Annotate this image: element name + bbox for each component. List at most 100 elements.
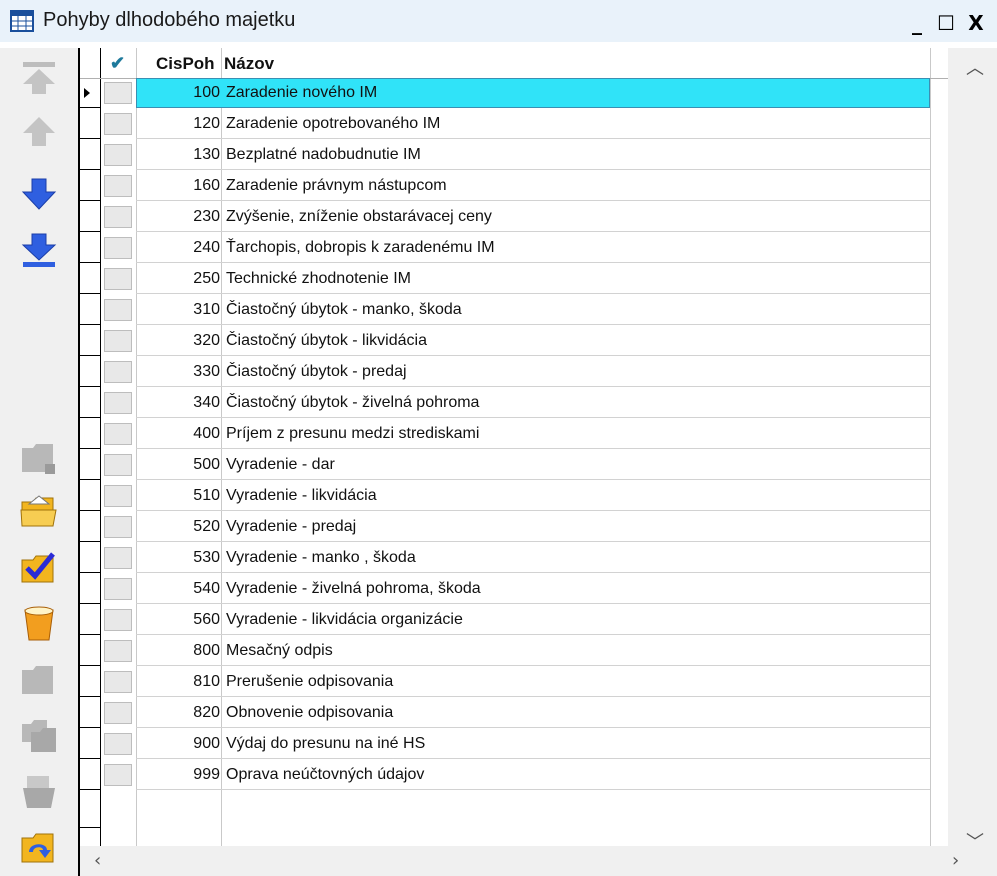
row-checkbox[interactable] xyxy=(104,640,132,662)
row-name-cell: Zaradenie opotrebovaného IM xyxy=(226,115,441,132)
next-record-button[interactable] xyxy=(16,174,62,214)
row-indicator[interactable] xyxy=(80,512,100,542)
header-name-column[interactable]: Názov xyxy=(224,54,274,74)
row-indicator[interactable] xyxy=(80,698,100,728)
checklist-button[interactable] xyxy=(16,548,62,588)
row-indicator[interactable] xyxy=(80,450,100,480)
minimize-button[interactable]: _ xyxy=(904,11,930,37)
row-checkbox[interactable] xyxy=(104,516,132,538)
row-code-cell: 800 xyxy=(193,642,220,659)
refresh-folder-button[interactable] xyxy=(16,828,62,868)
row-checkbox[interactable] xyxy=(104,764,132,786)
table-row[interactable]: 900 Výdaj do presunu na iné HS xyxy=(80,729,930,759)
table-row[interactable]: 230 Zvýšenie, zníženie obstarávacej ceny xyxy=(80,202,930,232)
table-row[interactable]: 330 Čiastočný úbytok - predaj xyxy=(80,357,930,387)
first-record-button[interactable] xyxy=(16,58,62,98)
table-row[interactable]: 810 Prerušenie odpisovania xyxy=(80,667,930,697)
last-record-button[interactable] xyxy=(16,230,62,270)
scroll-left-icon[interactable]: ‹ xyxy=(94,850,101,871)
row-indicator[interactable] xyxy=(80,233,100,263)
row-checkbox[interactable] xyxy=(104,82,132,104)
row-checkbox[interactable] xyxy=(104,423,132,445)
row-checkbox[interactable] xyxy=(104,392,132,414)
row-checkbox[interactable] xyxy=(104,578,132,600)
table-row[interactable]: 560 Vyradenie - likvidácia organizácie xyxy=(80,605,930,635)
row-indicator[interactable] xyxy=(80,171,100,201)
table-row[interactable]: 240 Ťarchopis, dobropis k zaradenému IM xyxy=(80,233,930,263)
table-row[interactable]: 340 Čiastočný úbytok - živelná pohroma xyxy=(80,388,930,418)
row-indicator[interactable] xyxy=(80,419,100,449)
table-row[interactable]: 120 Zaradenie opotrebovaného IM xyxy=(80,109,930,139)
row-indicator[interactable] xyxy=(80,295,100,325)
row-checkbox[interactable] xyxy=(104,268,132,290)
table-row[interactable]: 310 Čiastočný úbytok - manko, škoda xyxy=(80,295,930,325)
row-indicator[interactable] xyxy=(80,78,100,108)
row-indicator[interactable] xyxy=(80,388,100,418)
table-row[interactable]: 540 Vyradenie - živelná pohroma, škoda xyxy=(80,574,930,604)
table-row[interactable]: 250 Technické zhodnotenie IM xyxy=(80,264,930,294)
row-name-cell: Oprava neúčtovných údajov xyxy=(226,766,425,783)
row-indicator[interactable] xyxy=(80,140,100,170)
folder-button[interactable] xyxy=(16,660,62,700)
row-indicator[interactable] xyxy=(80,264,100,294)
table-row[interactable]: 820 Obnovenie odpisovania xyxy=(80,698,930,728)
row-indicator[interactable] xyxy=(80,729,100,759)
row-checkbox[interactable] xyxy=(104,702,132,724)
table-row[interactable]: 510 Vyradenie - likvidácia xyxy=(80,481,930,511)
row-checkbox[interactable] xyxy=(104,671,132,693)
copy-folder-button[interactable] xyxy=(16,716,62,756)
header-check-column[interactable]: ✔ xyxy=(110,53,125,74)
row-checkbox[interactable] xyxy=(104,733,132,755)
maximize-button[interactable]: ☐ xyxy=(933,11,959,37)
row-code-cell: 340 xyxy=(193,394,220,411)
new-folder-button[interactable] xyxy=(16,438,62,478)
row-indicator[interactable] xyxy=(80,109,100,139)
row-checkbox[interactable] xyxy=(104,547,132,569)
table-row[interactable]: 160 Zaradenie právnym nástupcom xyxy=(80,171,930,201)
open-folder-button[interactable] xyxy=(16,492,62,532)
close-button[interactable]: X xyxy=(963,11,989,37)
row-checkbox[interactable] xyxy=(104,454,132,476)
table-row[interactable]: 530 Vyradenie - manko , škoda xyxy=(80,543,930,573)
delete-button[interactable] xyxy=(16,604,62,644)
row-indicator[interactable] xyxy=(80,202,100,232)
table-row[interactable]: 130 Bezplatné nadobudnutie IM xyxy=(80,140,930,170)
row-indicator[interactable] xyxy=(80,760,100,790)
row-indicator[interactable] xyxy=(80,605,100,635)
row-checkbox[interactable] xyxy=(104,144,132,166)
horizontal-scrollbar[interactable]: ‹ › xyxy=(80,846,997,876)
table-row[interactable]: 500 Vyradenie - dar xyxy=(80,450,930,480)
scroll-up-icon[interactable]: ︿ xyxy=(966,54,984,80)
row-checkbox[interactable] xyxy=(104,113,132,135)
row-checkbox[interactable] xyxy=(104,361,132,383)
row-indicator[interactable] xyxy=(80,357,100,387)
table-row[interactable]: 400 Príjem z presunu medzi strediskami xyxy=(80,419,930,449)
row-checkbox[interactable] xyxy=(104,175,132,197)
row-indicator[interactable] xyxy=(80,574,100,604)
row-indicator[interactable] xyxy=(80,667,100,697)
table-row[interactable]: 320 Čiastočný úbytok - likvidácia xyxy=(80,326,930,356)
row-indicator[interactable] xyxy=(80,543,100,573)
scroll-right-icon[interactable]: › xyxy=(952,850,959,871)
row-checkbox[interactable] xyxy=(104,237,132,259)
row-code-cell: 310 xyxy=(193,301,220,318)
row-name-cell: Čiastočný úbytok - živelná pohroma xyxy=(226,394,480,411)
table-row[interactable]: 999 Oprava neúčtovných údajov xyxy=(80,760,930,790)
row-checkbox[interactable] xyxy=(104,299,132,321)
row-checkbox[interactable] xyxy=(104,485,132,507)
previous-record-button[interactable] xyxy=(16,112,62,152)
table-row[interactable]: 100 Zaradenie nového IM xyxy=(80,78,930,108)
vertical-scrollbar[interactable]: ︿ ﹀ xyxy=(948,48,997,853)
row-checkbox[interactable] xyxy=(104,206,132,228)
first-record-icon xyxy=(23,62,55,94)
row-indicator[interactable] xyxy=(80,636,100,666)
row-indicator[interactable] xyxy=(80,326,100,356)
row-checkbox[interactable] xyxy=(104,330,132,352)
print-button[interactable] xyxy=(16,772,62,812)
table-row[interactable]: 800 Mesačný odpis xyxy=(80,636,930,666)
table-window-icon xyxy=(10,10,34,32)
row-checkbox[interactable] xyxy=(104,609,132,631)
table-row[interactable]: 520 Vyradenie - predaj xyxy=(80,512,930,542)
row-indicator[interactable] xyxy=(80,481,100,511)
header-code-column[interactable]: CisPoh xyxy=(156,54,215,74)
